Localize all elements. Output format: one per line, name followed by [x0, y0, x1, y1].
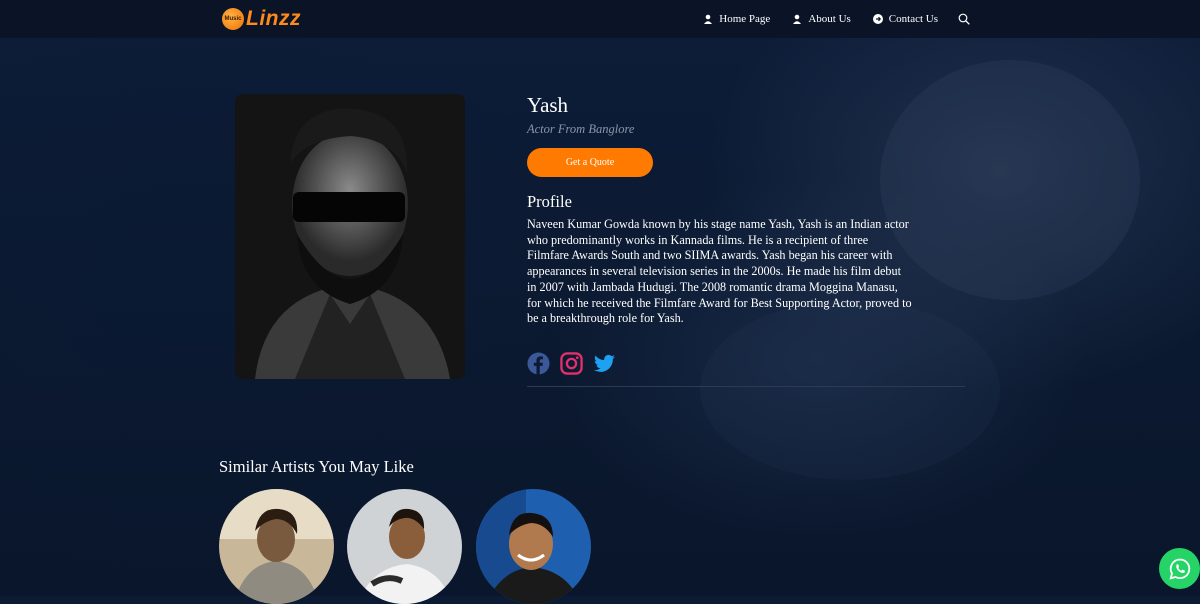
background-face-shape	[880, 60, 1140, 300]
artist-avatar	[476, 489, 591, 604]
whatsapp-icon	[1168, 558, 1190, 580]
arrow-circle-icon	[872, 14, 883, 24]
portrait-image	[235, 94, 465, 379]
artist-avatar	[347, 489, 462, 604]
artist-portrait	[235, 94, 465, 379]
artist-subtitle: Actor From Banglore	[527, 122, 635, 136]
search-icon[interactable]	[958, 13, 970, 25]
nav-home-label: Home Page	[719, 13, 771, 25]
nav-about-us[interactable]: About Us	[792, 13, 851, 25]
similar-artist-card[interactable]	[219, 489, 334, 604]
similar-artist-card[interactable]	[476, 489, 591, 604]
brand-name: Linzz	[246, 7, 301, 30]
top-navbar: Music Linzz Home Page About Us Contact U…	[0, 0, 1200, 38]
get-quote-button[interactable]: Get a Quote	[527, 148, 653, 177]
twitter-icon[interactable]	[593, 352, 616, 375]
main-nav: Home Page About Us Contact Us	[681, 0, 970, 38]
similar-artists-heading: Similar Artists You May Like	[219, 457, 414, 476]
facebook-icon[interactable]	[527, 352, 550, 375]
nav-about-label: About Us	[808, 13, 851, 25]
user-icon	[793, 14, 802, 24]
user-icon	[704, 14, 713, 24]
profile-heading: Profile	[527, 192, 572, 211]
artist-avatar	[219, 489, 334, 604]
background-face-shape	[700, 300, 1000, 480]
section-divider	[527, 386, 965, 387]
nav-contact-us[interactable]: Contact Us	[872, 13, 938, 25]
artist-name: Yash	[527, 93, 569, 117]
nav-home-page[interactable]: Home Page	[703, 13, 770, 25]
instagram-icon[interactable]	[560, 352, 583, 375]
brand-logo[interactable]: Music Linzz	[222, 7, 301, 31]
logo-icon: Music	[222, 8, 244, 30]
profile-text: Naveen Kumar Gowda known by his stage na…	[527, 217, 912, 326]
social-links	[527, 352, 616, 375]
whatsapp-chat-button[interactable]	[1159, 548, 1200, 589]
nav-contact-label: Contact Us	[888, 13, 938, 25]
similar-artist-card[interactable]	[347, 489, 462, 604]
